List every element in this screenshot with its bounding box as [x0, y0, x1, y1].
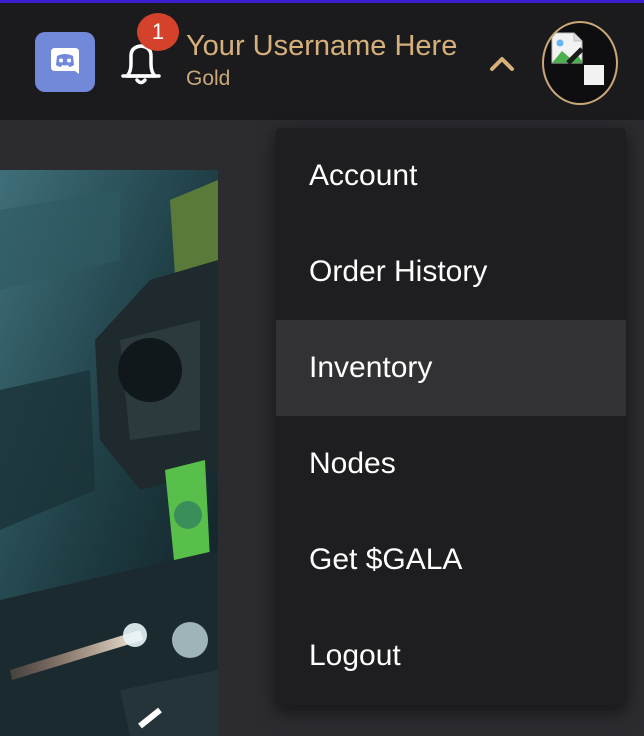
chevron-up-icon[interactable]	[486, 51, 518, 75]
tier-label: Gold	[186, 67, 231, 90]
username-text[interactable]: Your Username Here	[186, 30, 457, 63]
broken-image-icon	[551, 32, 604, 85]
header-bar: 1 Your Username Here Gold	[0, 3, 644, 120]
menu-item-nodes[interactable]: Nodes	[276, 416, 626, 512]
notification-badge: 1	[137, 13, 179, 51]
discord-icon	[51, 48, 79, 74]
page: 1 Your Username Here Gold Account Order …	[0, 0, 644, 736]
menu-item-get-gala[interactable]: Get $GALA	[276, 512, 626, 608]
menu-item-logout[interactable]: Logout	[276, 608, 626, 704]
discord-button[interactable]	[35, 32, 95, 92]
account-dropdown-menu: Account Order History Inventory Nodes Ge…	[276, 128, 626, 705]
mech-artwork	[0, 170, 218, 736]
avatar[interactable]	[542, 21, 618, 105]
menu-item-inventory[interactable]: Inventory	[276, 320, 626, 416]
hero-image	[0, 170, 218, 736]
menu-item-order-history[interactable]: Order History	[276, 224, 626, 320]
menu-item-account[interactable]: Account	[276, 128, 626, 224]
